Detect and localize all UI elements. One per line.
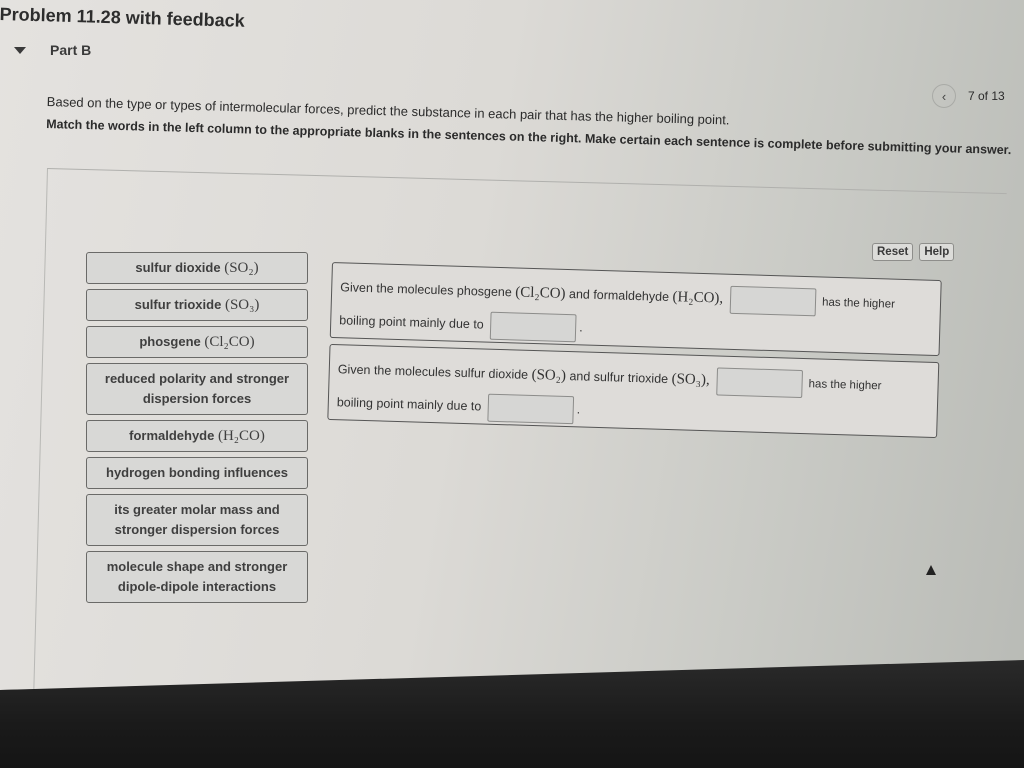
word-chip[interactable]: molecule shape and stronger dipole-dipol… [86,551,308,603]
drop-target-reason[interactable] [489,311,577,342]
sentence-text: boiling point mainly due to [339,313,484,332]
sentence-list: Given the molecules phosgene (Cl₂CO) and… [327,262,942,444]
sentence-text: boiling point mainly due to [336,395,482,414]
part-label: Part B [50,42,92,58]
chip-formula: (SO₂) [224,260,259,276]
drop-target-substance[interactable] [715,367,803,398]
chip-text: molecule shape and stronger dipole-dipol… [106,559,288,594]
sentence-text: and sulfur trioxide [569,369,669,387]
pager-position: 7 of 13 [968,89,1005,103]
drop-target-reason[interactable] [487,393,575,424]
sentence-period: . [576,402,581,417]
formula: (H₂CO), [672,289,724,307]
word-chip[interactable]: its greater molar mass and stronger disp… [86,494,308,546]
word-chip[interactable]: sulfur dioxide (SO₂) [86,252,308,284]
word-chip[interactable]: hydrogen bonding influences [86,457,308,489]
sentence-text: Given the molecules sulfur dioxide [337,362,529,382]
sentence-text: and formaldehyde [568,287,670,305]
sentence-text: Given the molecules phosgene [340,280,513,300]
sentence-period: . [578,320,583,335]
chip-text: reduced polarity and stronger dispersion… [104,371,290,406]
chip-text: phosgene [139,334,201,349]
formula: (SO₃), [671,371,710,389]
screen: Problem 11.28 with feedback Part B ‹ 7 o… [0,0,1024,690]
chip-text: its greater molar mass and stronger disp… [114,502,280,537]
chip-text: formaldehyde [129,428,215,443]
chip-formula: (SO₃) [224,297,260,313]
sentence-text: has the higher [808,378,882,393]
chip-formula: (Cl₂CO) [204,334,255,350]
formula: (SO₂) [531,366,567,384]
chip-text: sulfur dioxide [135,260,221,275]
word-chip[interactable]: formaldehyde (H₂CO) [86,420,308,452]
part-header[interactable]: Part B [14,42,91,58]
drop-target-substance[interactable] [729,285,816,317]
chip-text: hydrogen bonding influences [106,465,288,480]
pager: ‹ 7 of 13 [932,84,1005,108]
caret-down-icon[interactable] [14,46,26,54]
mouse-cursor-icon [926,565,936,575]
toolbar: Reset Help [872,243,955,261]
instructions: Based on the type or types of intermolec… [46,94,1017,158]
chip-text: sulfur trioxide [134,297,222,312]
formula: (Cl₂CO) [515,284,566,302]
word-chip[interactable]: sulfur trioxide (SO₃) [86,289,308,321]
word-chip[interactable]: reduced polarity and stronger dispersion… [86,363,308,415]
chip-formula: (H₂CO) [217,428,265,444]
help-button[interactable]: Help [919,243,955,261]
problem-title: Problem 11.28 with feedback [0,4,246,31]
reset-button[interactable]: Reset [872,243,914,261]
sentence-2: Given the molecules sulfur dioxide (SO₂)… [327,343,940,439]
chevron-left-icon[interactable]: ‹ [932,84,956,108]
word-chip[interactable]: phosgene (Cl₂CO) [86,326,308,358]
sentence-text: has the higher [821,296,896,311]
word-bank: sulfur dioxide (SO₂) sulfur trioxide (SO… [86,252,308,608]
